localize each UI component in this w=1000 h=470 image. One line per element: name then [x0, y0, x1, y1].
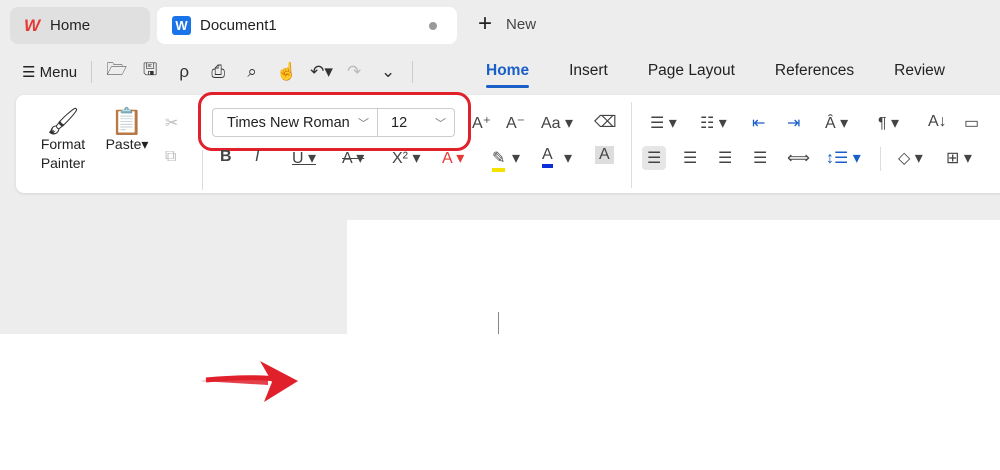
line-spacing-icon[interactable]: ↕☰ ▾ — [826, 148, 861, 168]
align-center-icon[interactable]: ☰ — [683, 148, 697, 168]
print-icon[interactable]: ⎙ — [208, 62, 228, 82]
open-icon[interactable]: 🗁 — [106, 57, 127, 86]
hand-icon[interactable]: ☝ — [276, 62, 297, 82]
clipboard-icon: 📋 — [110, 106, 144, 136]
align-left-icon[interactable]: ☰ — [642, 146, 667, 170]
divider — [631, 102, 632, 188]
wps-writer-window: W Home W Document1 + New ☰ Menu 🗁 🖫 ρ ⎙ … — [0, 0, 1000, 334]
format-painter-button[interactable]: 🖌 Format Painter — [36, 106, 90, 173]
chevron-down-icon[interactable]: ▾ — [512, 148, 520, 168]
new-tab-button[interactable]: + New — [478, 10, 537, 37]
text-cursor — [498, 312, 499, 334]
quick-access-toolbar: ☰ Menu 🗁 🖫 ρ ⎙ ⌕ ☝ ↶▾ ↷ ⌄ — [22, 57, 414, 86]
paste-label: Paste — [105, 136, 142, 152]
text-direction-icon[interactable]: Â ▾ — [825, 113, 848, 133]
ribbon-tab-references[interactable]: References — [775, 62, 854, 80]
print-preview-icon[interactable]: ⌕ — [242, 62, 262, 82]
divider — [412, 60, 414, 83]
red-arrow-annotation-icon — [200, 361, 298, 402]
superscript-icon[interactable]: X² ▾ — [392, 148, 420, 168]
ribbon-panel — [16, 95, 1000, 193]
format-painter-label-2: Painter — [40, 155, 86, 171]
redo-icon[interactable]: ↷ — [344, 62, 364, 82]
menu-label: Menu — [39, 63, 78, 81]
cut-icon[interactable]: ✂ — [165, 113, 178, 133]
paste-button[interactable]: 📋 Paste▾ — [100, 106, 154, 154]
ribbon-tab-page-layout[interactable]: Page Layout — [648, 62, 735, 80]
tab-document[interactable]: W Document1 — [157, 7, 457, 44]
italic-icon[interactable]: I — [255, 148, 259, 166]
plus-icon: + — [478, 10, 493, 37]
paragraph-mark-icon[interactable]: ¶ ▾ — [878, 113, 899, 133]
highlight-annotation-box — [198, 92, 471, 151]
change-case-icon[interactable]: Aa ▾ — [541, 113, 573, 133]
writer-doc-icon: W — [172, 16, 191, 35]
justify-icon[interactable]: ☰ — [753, 148, 767, 168]
distributed-align-icon[interactable]: ⟺ — [787, 148, 810, 168]
text-effect-icon[interactable]: A ▾ — [442, 148, 464, 168]
character-shading-icon[interactable]: A — [595, 146, 614, 164]
numbered-list-icon[interactable]: ☷ ▾ — [700, 113, 727, 133]
decrease-font-icon[interactable]: A⁻ — [506, 113, 525, 133]
paintbrush-icon: 🖌 — [46, 106, 80, 136]
bullet-list-icon[interactable]: ☰ ▾ — [650, 113, 677, 133]
new-tab-label: New — [506, 15, 537, 33]
more-chevron-icon[interactable]: ⌄ — [378, 62, 398, 82]
bold-icon[interactable]: B — [220, 148, 232, 166]
font-color-icon[interactable]: A — [542, 146, 553, 168]
borders-icon[interactable]: ⊞ ▾ — [946, 148, 972, 168]
menu-button[interactable]: ☰ Menu — [22, 63, 77, 81]
ribbon-tab-home[interactable]: Home — [486, 62, 530, 88]
copy-icon[interactable]: ⧉ — [165, 148, 176, 166]
hamburger-icon: ☰ — [22, 63, 36, 81]
divider — [202, 150, 203, 190]
tab-document-label: Document1 — [200, 17, 277, 34]
sort-icon[interactable]: A↓ — [928, 113, 947, 131]
chevron-down-icon[interactable]: ▾ — [564, 148, 572, 168]
divider — [880, 147, 881, 171]
ruler-icon[interactable]: ▭ — [964, 113, 979, 133]
shading-icon[interactable]: ◇ ▾ — [898, 148, 923, 168]
ribbon-tab-insert[interactable]: Insert — [569, 62, 608, 80]
strikethrough-icon[interactable]: A ▾ — [342, 148, 364, 168]
decrease-indent-icon[interactable]: ⇤ — [752, 113, 765, 133]
clear-format-eraser-icon[interactable]: ⌫ — [594, 112, 617, 132]
align-right-icon[interactable]: ☰ — [718, 148, 732, 168]
highlight-color-icon[interactable]: ✎ — [492, 148, 506, 172]
tab-home[interactable]: W Home — [10, 7, 150, 44]
tab-home-label: Home — [50, 17, 91, 34]
increase-font-icon[interactable]: A⁺ — [472, 113, 491, 133]
ribbon-tab-review[interactable]: Review — [894, 62, 945, 80]
undo-icon[interactable]: ↶▾ — [310, 62, 333, 82]
format-painter-label: Format — [40, 136, 86, 152]
export-pdf-icon[interactable]: ρ — [174, 62, 194, 82]
document-page[interactable] — [347, 220, 1000, 334]
underline-icon[interactable]: U ▾ — [292, 148, 316, 168]
unsaved-dot-icon — [429, 21, 437, 30]
wps-logo-icon: W — [24, 15, 41, 35]
divider — [91, 60, 93, 83]
save-icon[interactable]: 🖫 — [140, 57, 160, 86]
increase-indent-icon[interactable]: ⇥ — [787, 113, 800, 133]
ribbon-tabs: Home Insert Page Layout References Revie… — [486, 62, 985, 88]
